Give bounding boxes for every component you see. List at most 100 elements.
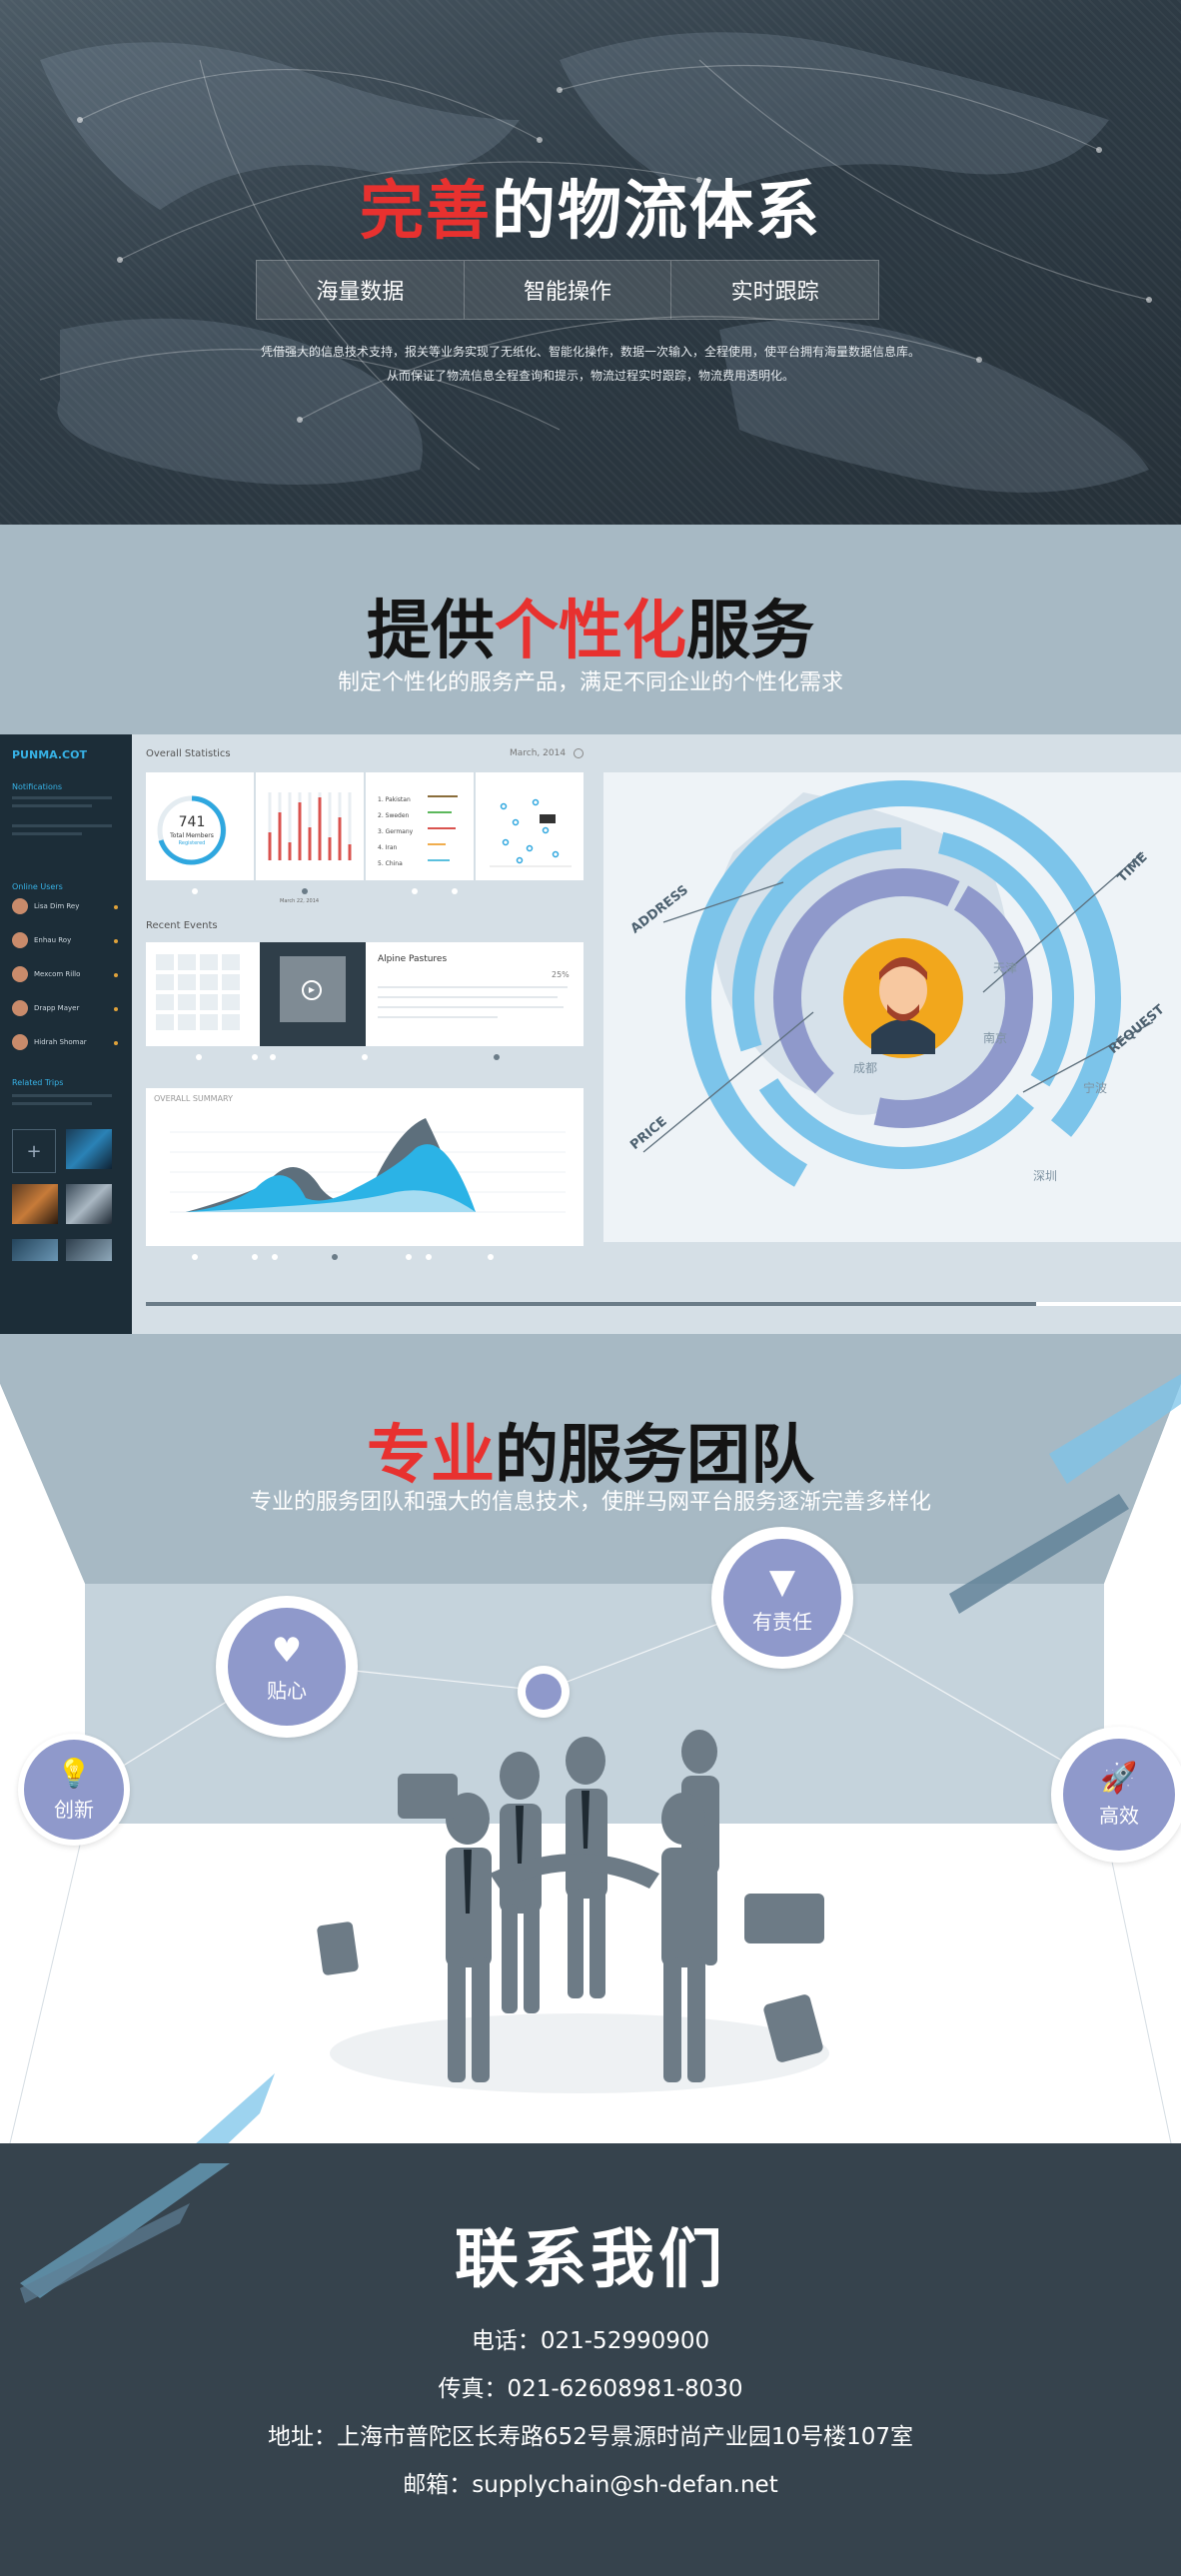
members-count: 741 [178, 814, 206, 830]
status-dot [114, 939, 118, 943]
svg-text:成都: 成都 [853, 1061, 877, 1075]
related-trips-heading: Related Trips [12, 1078, 64, 1087]
pager-dot[interactable] [406, 1254, 412, 1260]
online-user[interactable]: Drapp Mayer [12, 1000, 79, 1016]
pager-dot[interactable] [412, 888, 418, 894]
related-line [12, 1102, 92, 1105]
badge-care-inner: ♥ 贴心 [228, 1608, 346, 1726]
events-pager [152, 1054, 591, 1060]
event-percent: 25% [552, 970, 570, 979]
trip-thumbnail[interactable] [12, 1184, 58, 1224]
notifications-heading: Notifications [12, 782, 63, 791]
trip-thumbnail[interactable] [12, 1239, 58, 1261]
hero-desc-line-1: 凭借强大的信息技术支持，报关等业务实现了无纸化、智能化操作，数据一次输入，全程使… [260, 345, 920, 359]
feature-tabs: 海量数据 智能操作 实时跟踪 [256, 260, 879, 320]
online-user[interactable]: Hidrah Shomar [12, 1034, 87, 1050]
pager-dot[interactable] [452, 888, 458, 894]
avatar [12, 932, 28, 948]
infographic-rings: 天津 南京 成都 宁波 深圳 [642, 780, 1154, 1216]
recent-events-title: Recent Events [146, 920, 218, 931]
contact-email[interactable]: 邮箱：supplychain@sh-defan.net [0, 2465, 1181, 2499]
notification-line [12, 796, 112, 799]
svg-text:天津: 天津 [993, 961, 1017, 975]
pager-dot-active[interactable] [332, 1254, 338, 1260]
bar-chart-card [256, 772, 364, 880]
team-title-highlight: 专业 [367, 1419, 495, 1493]
status-dot [114, 973, 118, 977]
trip-thumbnail[interactable] [66, 1239, 112, 1261]
pager-dot[interactable] [426, 1254, 432, 1260]
status-dot [114, 1007, 118, 1011]
overall-statistics-title: Overall Statistics [146, 748, 231, 759]
service-title-before: 提供 [367, 595, 495, 668]
svg-text:南京: 南京 [983, 1030, 1007, 1045]
add-trip-button[interactable]: + [12, 1129, 56, 1173]
trip-thumbnail[interactable] [66, 1129, 112, 1169]
pager-dot[interactable] [272, 1254, 278, 1260]
badge-innovation: 💡 创新 [18, 1734, 130, 1846]
recent-events-card: ▶ Alpine Pastures 25% [146, 942, 584, 1046]
calendar-grid [156, 954, 240, 1030]
dashboard-sidebar: PUNMA.COT Notifications Online Users Lis… [0, 734, 132, 1334]
heart-icon: ♥ [271, 1630, 303, 1671]
service-title: 提供个性化服务 [0, 580, 1181, 671]
pager-dot-active[interactable] [302, 888, 308, 894]
user-name: Lisa Dim Rey [34, 902, 80, 910]
dashboard-main: Overall Statistics March, 2014 741 Total… [132, 734, 1181, 1334]
stats-pager [152, 888, 591, 894]
status-dot [114, 1041, 118, 1045]
pager-dot[interactable] [192, 1254, 198, 1260]
online-user[interactable]: Lisa Dim Rey [12, 898, 79, 914]
pager-dot[interactable] [192, 888, 198, 894]
online-user[interactable]: Enhau Roy [12, 932, 71, 948]
stats-date: March 22, 2014 [280, 898, 320, 904]
members-label: Total Members [170, 832, 214, 839]
badge-care-label: 贴心 [267, 1678, 307, 1703]
summary-pager [152, 1254, 591, 1260]
dashboard-mockup: PUNMA.COT Notifications Online Users Lis… [0, 734, 1181, 1334]
service-subtitle: 制定个性化的服务产品，满足不同企业的个性化需求 [337, 670, 843, 695]
badge-innovation-label: 创新 [54, 1798, 94, 1822]
lightbulb-icon: 💡 [56, 1757, 92, 1790]
logistics-infographic: 天津 南京 成都 宁波 深圳 ADDRESS TIME PRICE REQUES… [603, 772, 1181, 1242]
hero-title-highlight: 完善 [360, 175, 492, 249]
hero-title-rest: 的物流体系 [492, 175, 821, 249]
tab-smart-operation[interactable]: 智能操作 [465, 261, 672, 319]
event-text-line [378, 1006, 564, 1008]
scatter-mini-chart [490, 798, 572, 867]
contact-fax: 传真：021-62608981-8030 [438, 2376, 743, 2402]
contact-section: 联系我们 电话：021-52990900 传真：021-62608981-803… [0, 2143, 1181, 2576]
country-bars [428, 795, 458, 861]
pager-dot-active[interactable] [494, 1054, 500, 1060]
contact-phone[interactable]: 电话：021-52990900 [0, 2321, 1181, 2355]
members-card: 741 Total Members Registered [146, 772, 254, 880]
trip-thumbnail[interactable] [66, 1184, 112, 1224]
pager-dot[interactable] [270, 1054, 276, 1060]
pager-dot[interactable] [252, 1254, 258, 1260]
tab-realtime-tracking[interactable]: 实时跟踪 [671, 261, 878, 319]
user-name: Mexcom Rillo [34, 970, 81, 978]
avatar [12, 1034, 28, 1050]
pager-dot[interactable] [252, 1054, 258, 1060]
online-user[interactable]: Mexcom Rillo [12, 966, 80, 982]
pager-dot[interactable] [362, 1054, 368, 1060]
service-title-highlight: 个性化 [495, 595, 686, 668]
pager-dot[interactable] [196, 1054, 202, 1060]
bar-mini-chart [268, 792, 352, 860]
play-icon[interactable]: ▶ [302, 980, 322, 1000]
team-title-rest: 的服务团队 [495, 1419, 814, 1493]
carousel-progress [146, 1302, 1181, 1306]
summary-area-chart [170, 1118, 566, 1213]
event-video-thumb[interactable]: ▶ [260, 942, 366, 1046]
refresh-icon[interactable] [574, 748, 584, 758]
badge-efficient: 🚀 高效 [1051, 1727, 1181, 1863]
badge-efficient-label: 高效 [1099, 1804, 1139, 1828]
badge-innovation-inner: 💡 创新 [24, 1740, 124, 1840]
badge-responsible-label: 有责任 [752, 1609, 812, 1634]
tab-massive-data[interactable]: 海量数据 [257, 261, 465, 319]
badge-responsible: ▼ 有责任 [711, 1527, 853, 1669]
event-text-line [378, 1016, 498, 1018]
hero-description: 凭借强大的信息技术支持，报关等业务实现了无纸化、智能化操作，数据一次输入，全程使… [0, 340, 1181, 388]
pager-dot[interactable] [488, 1254, 494, 1260]
contact-title: 联系我们 [455, 2223, 726, 2297]
